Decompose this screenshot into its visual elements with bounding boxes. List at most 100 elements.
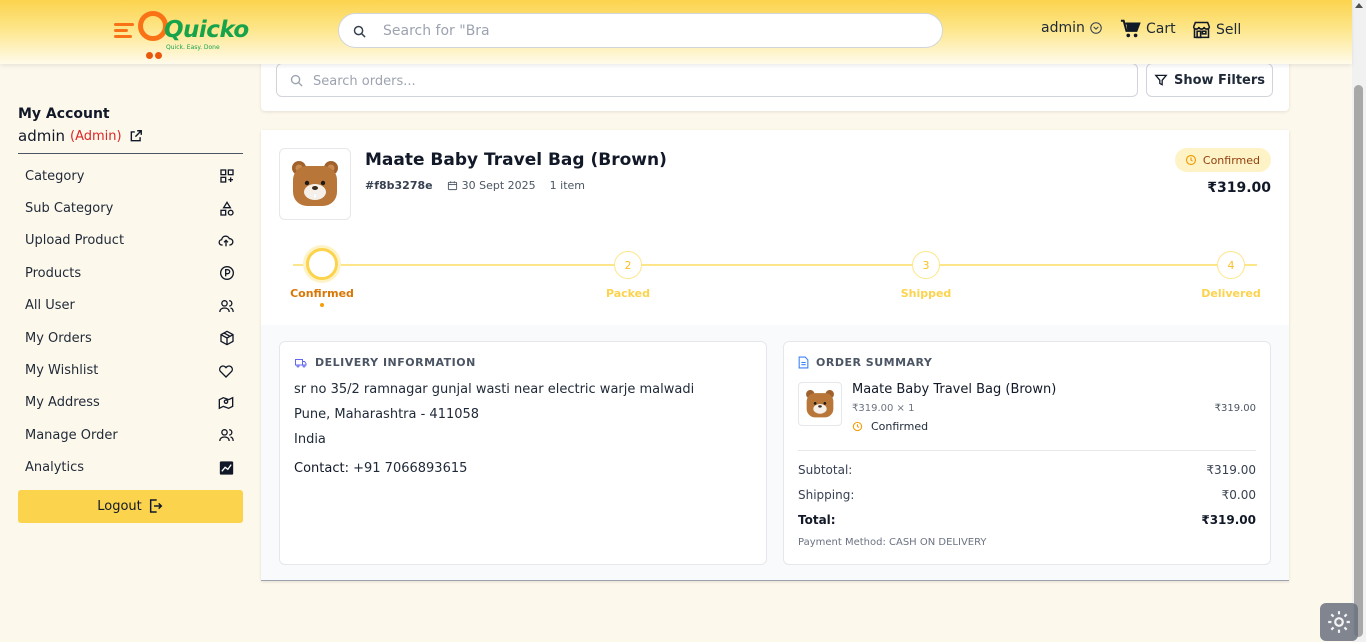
document-icon bbox=[798, 356, 809, 369]
sidebar-item-products[interactable]: Products bbox=[18, 257, 243, 289]
product-thumbnail[interactable] bbox=[279, 148, 351, 220]
clock-icon bbox=[852, 421, 863, 432]
order-date: 30 Sept 2025 bbox=[461, 179, 536, 192]
order-summary-panel: ORDER SUMMARY Maate Baby Travel Bag (Bro… bbox=[783, 341, 1271, 565]
scroll-up-arrow[interactable] bbox=[1355, 3, 1363, 8]
summary-item-status-label: Confirmed bbox=[871, 420, 929, 433]
logout-label: Logout bbox=[97, 498, 142, 514]
sidebar-item-analytics[interactable]: Analytics bbox=[18, 452, 243, 484]
sell-label: Sell bbox=[1216, 21, 1242, 38]
tracker-line bbox=[293, 264, 1257, 266]
step-circle: 4 bbox=[1217, 251, 1245, 279]
users-icon bbox=[219, 299, 234, 312]
orders-toolbar: Show Filters bbox=[261, 58, 1289, 111]
subtotal-value: ₹319.00 bbox=[1206, 463, 1256, 477]
order-summary-title: ORDER SUMMARY bbox=[798, 356, 932, 369]
sidebar-item-upload-product[interactable]: Upload Product bbox=[18, 225, 243, 257]
status-badge: Confirmed bbox=[1174, 148, 1271, 172]
address-line-1: sr no 35/2 ramnagar gunjal wasti near el… bbox=[294, 382, 695, 397]
order-total-price: ₹319.00 bbox=[1207, 180, 1271, 196]
cart-icon bbox=[1120, 19, 1141, 38]
sidebar-item-label: Upload Product bbox=[25, 233, 125, 249]
step-circle bbox=[306, 248, 338, 280]
summary-item-qty: ₹319.00 × 1 bbox=[852, 403, 915, 414]
sidebar-item-label: Analytics bbox=[25, 460, 85, 476]
product-name[interactable]: Maate Baby Travel Bag (Brown) bbox=[365, 150, 667, 170]
map-icon bbox=[218, 396, 234, 410]
step-packed: 2 Packed bbox=[588, 248, 668, 300]
product-p-icon bbox=[220, 266, 234, 281]
calendar-icon bbox=[447, 181, 457, 191]
sidebar-item-manage-order[interactable]: Manage Order bbox=[18, 419, 243, 451]
payment-method: Payment Method: CASH ON DELIVERY bbox=[798, 537, 987, 548]
page-scrollbar-thumb[interactable] bbox=[1354, 85, 1363, 637]
settings-gear-button[interactable] bbox=[1320, 603, 1358, 641]
sidebar-item-all-user[interactable]: All User bbox=[18, 290, 243, 322]
contact-line: Contact: +91 7066893615 bbox=[294, 461, 694, 486]
account-role: (Admin) bbox=[70, 128, 122, 144]
chart-icon bbox=[219, 461, 234, 475]
step-delivered: 4 Delivered bbox=[1191, 248, 1271, 300]
step-label: Confirmed bbox=[290, 287, 354, 300]
heart-icon bbox=[219, 364, 233, 378]
sidebar-item-label: All User bbox=[25, 298, 75, 314]
sidebar-menu: Category Sub Category Upload Product Pro… bbox=[18, 160, 243, 484]
orders-search-box[interactable] bbox=[276, 63, 1138, 97]
account-username: admin bbox=[18, 127, 65, 145]
search-icon bbox=[353, 25, 366, 38]
orders-search-input[interactable] bbox=[313, 71, 1113, 91]
user-menu[interactable]: admin bbox=[1041, 20, 1103, 36]
gear-icon bbox=[1328, 611, 1350, 633]
sell-link[interactable]: Sell bbox=[1191, 19, 1241, 40]
order-date-group: 30 Sept 2025 bbox=[447, 179, 536, 192]
user-menu-label: admin bbox=[1041, 20, 1085, 36]
account-title: My Account bbox=[18, 106, 110, 122]
total-label: Total: bbox=[798, 513, 836, 527]
account-user: admin (Admin) bbox=[18, 127, 243, 145]
summary-item-name: Maate Baby Travel Bag (Brown) bbox=[852, 382, 1057, 397]
logo-dots bbox=[146, 44, 164, 63]
logo-speed-lines bbox=[114, 23, 134, 41]
sidebar-item-my-address[interactable]: My Address bbox=[18, 387, 243, 419]
order-details-section: DELIVERY INFORMATION sr no 35/2 ramnagar… bbox=[261, 325, 1289, 580]
cart-link[interactable]: Cart bbox=[1120, 18, 1176, 40]
category-add-icon bbox=[220, 169, 234, 183]
logo-wordmark: Quicko bbox=[164, 17, 249, 43]
delivery-info-panel: DELIVERY INFORMATION sr no 35/2 ramnagar… bbox=[279, 341, 767, 565]
users-icon bbox=[219, 429, 234, 442]
shipping-row: Shipping: ₹0.00 bbox=[798, 488, 1256, 502]
filter-icon bbox=[1154, 74, 1168, 86]
search-icon bbox=[290, 74, 303, 87]
total-value: ₹319.00 bbox=[1201, 513, 1256, 527]
quicko-logo[interactable]: Quicko Quick. Easy. Done bbox=[114, 11, 249, 59]
sidebar-item-my-wishlist[interactable]: My Wishlist bbox=[18, 354, 243, 386]
shipping-value: ₹0.00 bbox=[1221, 488, 1256, 502]
address-line-3: India bbox=[294, 432, 326, 447]
global-search-input[interactable] bbox=[383, 20, 923, 42]
shapes-icon bbox=[220, 200, 234, 216]
address-line-2: Pune, Maharashtra - 411058 bbox=[294, 407, 480, 422]
order-meta: #f8b3278e 30 Sept 2025 1 item bbox=[365, 179, 585, 192]
store-icon bbox=[1192, 21, 1211, 39]
cloud-upload-icon bbox=[218, 235, 234, 247]
shipping-label: Shipping: bbox=[798, 488, 855, 502]
package-icon bbox=[220, 330, 234, 346]
order-card: Maate Baby Travel Bag (Brown) #f8b3278e … bbox=[261, 130, 1289, 581]
truck-icon bbox=[295, 358, 307, 367]
external-link-icon[interactable] bbox=[129, 129, 143, 143]
logout-button[interactable]: Logout bbox=[18, 489, 243, 523]
step-label: Delivered bbox=[1201, 287, 1261, 300]
summary-item-status: Confirmed bbox=[852, 420, 928, 433]
total-row: Total: ₹319.00 bbox=[798, 513, 1256, 527]
contact-label: Contact: bbox=[294, 461, 349, 476]
show-filters-button[interactable]: Show Filters bbox=[1146, 63, 1273, 97]
sidebar-item-my-orders[interactable]: My Orders bbox=[18, 322, 243, 354]
global-search-bar[interactable] bbox=[338, 13, 943, 48]
bear-bag-image bbox=[806, 390, 834, 418]
top-header: Quicko Quick. Easy. Done admin Cart Sell bbox=[0, 0, 1352, 64]
sidebar-item-category[interactable]: Category bbox=[18, 160, 243, 192]
summary-item-thumbnail bbox=[798, 382, 842, 426]
cart-label: Cart bbox=[1146, 21, 1176, 37]
sidebar-item-sub-category[interactable]: Sub Category bbox=[18, 192, 243, 224]
sidebar-item-label: My Address bbox=[25, 395, 100, 411]
